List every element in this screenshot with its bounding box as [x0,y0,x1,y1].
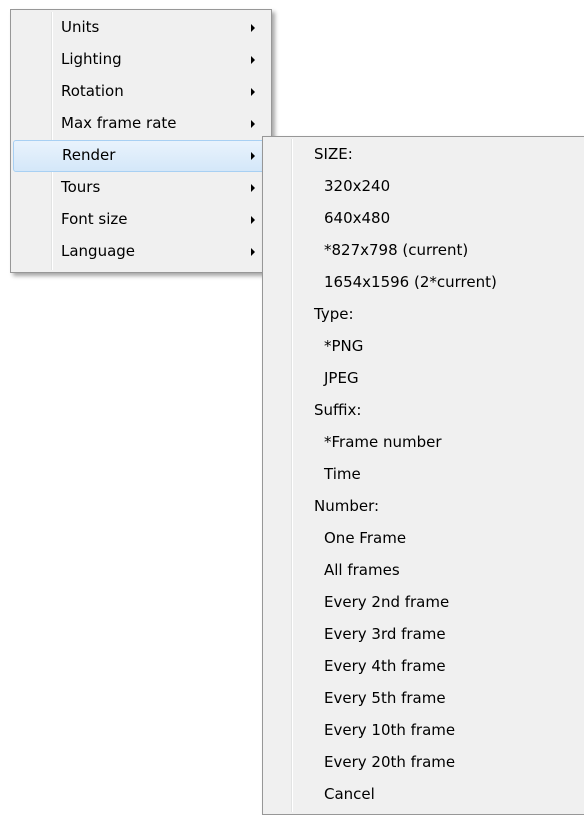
submenu-item-label: *827x798 (current) [324,241,469,259]
submenu-item-label: One Frame [324,529,407,547]
submenu-type-jpeg[interactable]: JPEG [265,363,584,395]
context-menu: Units Lighting Rotation Max frame rate R… [10,9,272,273]
chevron-right-icon [251,24,255,32]
section-header: SIZE: [314,145,353,163]
submenu-item-label: 1654x1596 (2*current) [324,273,497,291]
submenu-number-every-3rd[interactable]: Every 3rd frame [265,619,584,651]
submenu-size-640x480[interactable]: 640x480 [265,203,584,235]
submenu-number-every-5th[interactable]: Every 5th frame [265,683,584,715]
chevron-right-icon [251,248,255,256]
submenu-type-header: Type: [265,299,584,331]
submenu-item-label: 640x480 [324,209,391,227]
menu-item-label: Lighting [61,50,122,68]
menu-item-label: Font size [61,210,128,228]
submenu-item-label: Every 2nd frame [324,593,450,611]
menu-item-lighting[interactable]: Lighting [13,44,269,76]
menu-item-label: Tours [61,178,101,196]
menu-item-label: Language [61,242,136,260]
submenu-item-label: Every 20th frame [324,753,456,771]
chevron-right-icon [251,56,255,64]
menu-item-render[interactable]: Render [13,140,269,172]
submenu-size-header: SIZE: [265,139,584,171]
submenu-number-header: Number: [265,491,584,523]
submenu-item-label: *PNG [324,337,364,355]
chevron-right-icon [251,184,255,192]
menu-item-label: Render [62,146,116,164]
section-header: Number: [314,497,380,515]
chevron-right-icon [251,152,255,160]
chevron-right-icon [251,88,255,96]
submenu-suffix-frame-number[interactable]: *Frame number [265,427,584,459]
chevron-right-icon [251,120,255,128]
submenu-item-label: *Frame number [324,433,442,451]
submenu-item-label: All frames [324,561,400,579]
submenu-number-every-20th[interactable]: Every 20th frame [265,747,584,779]
submenu-item-label: JPEG [324,369,359,387]
submenu-item-label: Every 4th frame [324,657,446,675]
submenu-item-label: Time [324,465,361,483]
submenu-size-320x240[interactable]: 320x240 [265,171,584,203]
submenu-item-label: 320x240 [324,177,391,195]
submenu-type-png[interactable]: *PNG [265,331,584,363]
submenu-number-every-10th[interactable]: Every 10th frame [265,715,584,747]
section-header: Suffix: [314,401,362,419]
menu-item-label: Max frame rate [61,114,177,132]
submenu-suffix-time[interactable]: Time [265,459,584,491]
chevron-right-icon [251,216,255,224]
submenu-item-label: Every 5th frame [324,689,446,707]
submenu-item-label: Every 3rd frame [324,625,446,643]
menu-item-font-size[interactable]: Font size [13,204,269,236]
submenu-number-every-2nd[interactable]: Every 2nd frame [265,587,584,619]
submenu-number-one-frame[interactable]: One Frame [265,523,584,555]
menu-item-rotation[interactable]: Rotation [13,76,269,108]
submenu-size-current[interactable]: *827x798 (current) [265,235,584,267]
submenu-number-all-frames[interactable]: All frames [265,555,584,587]
menu-item-label: Units [61,18,100,36]
submenu-number-every-4th[interactable]: Every 4th frame [265,651,584,683]
menu-item-label: Rotation [61,82,124,100]
submenu-item-label: Cancel [324,785,375,803]
menu-item-units[interactable]: Units [13,12,269,44]
render-submenu: SIZE: 320x240 640x480 *827x798 (current)… [262,136,584,815]
submenu-size-double-current[interactable]: 1654x1596 (2*current) [265,267,584,299]
menu-item-language[interactable]: Language [13,236,269,268]
submenu-cancel[interactable]: Cancel [265,779,584,811]
menu-item-tours[interactable]: Tours [13,172,269,204]
section-header: Type: [314,305,354,323]
submenu-suffix-header: Suffix: [265,395,584,427]
submenu-item-label: Every 10th frame [324,721,456,739]
menu-item-max-frame-rate[interactable]: Max frame rate [13,108,269,140]
